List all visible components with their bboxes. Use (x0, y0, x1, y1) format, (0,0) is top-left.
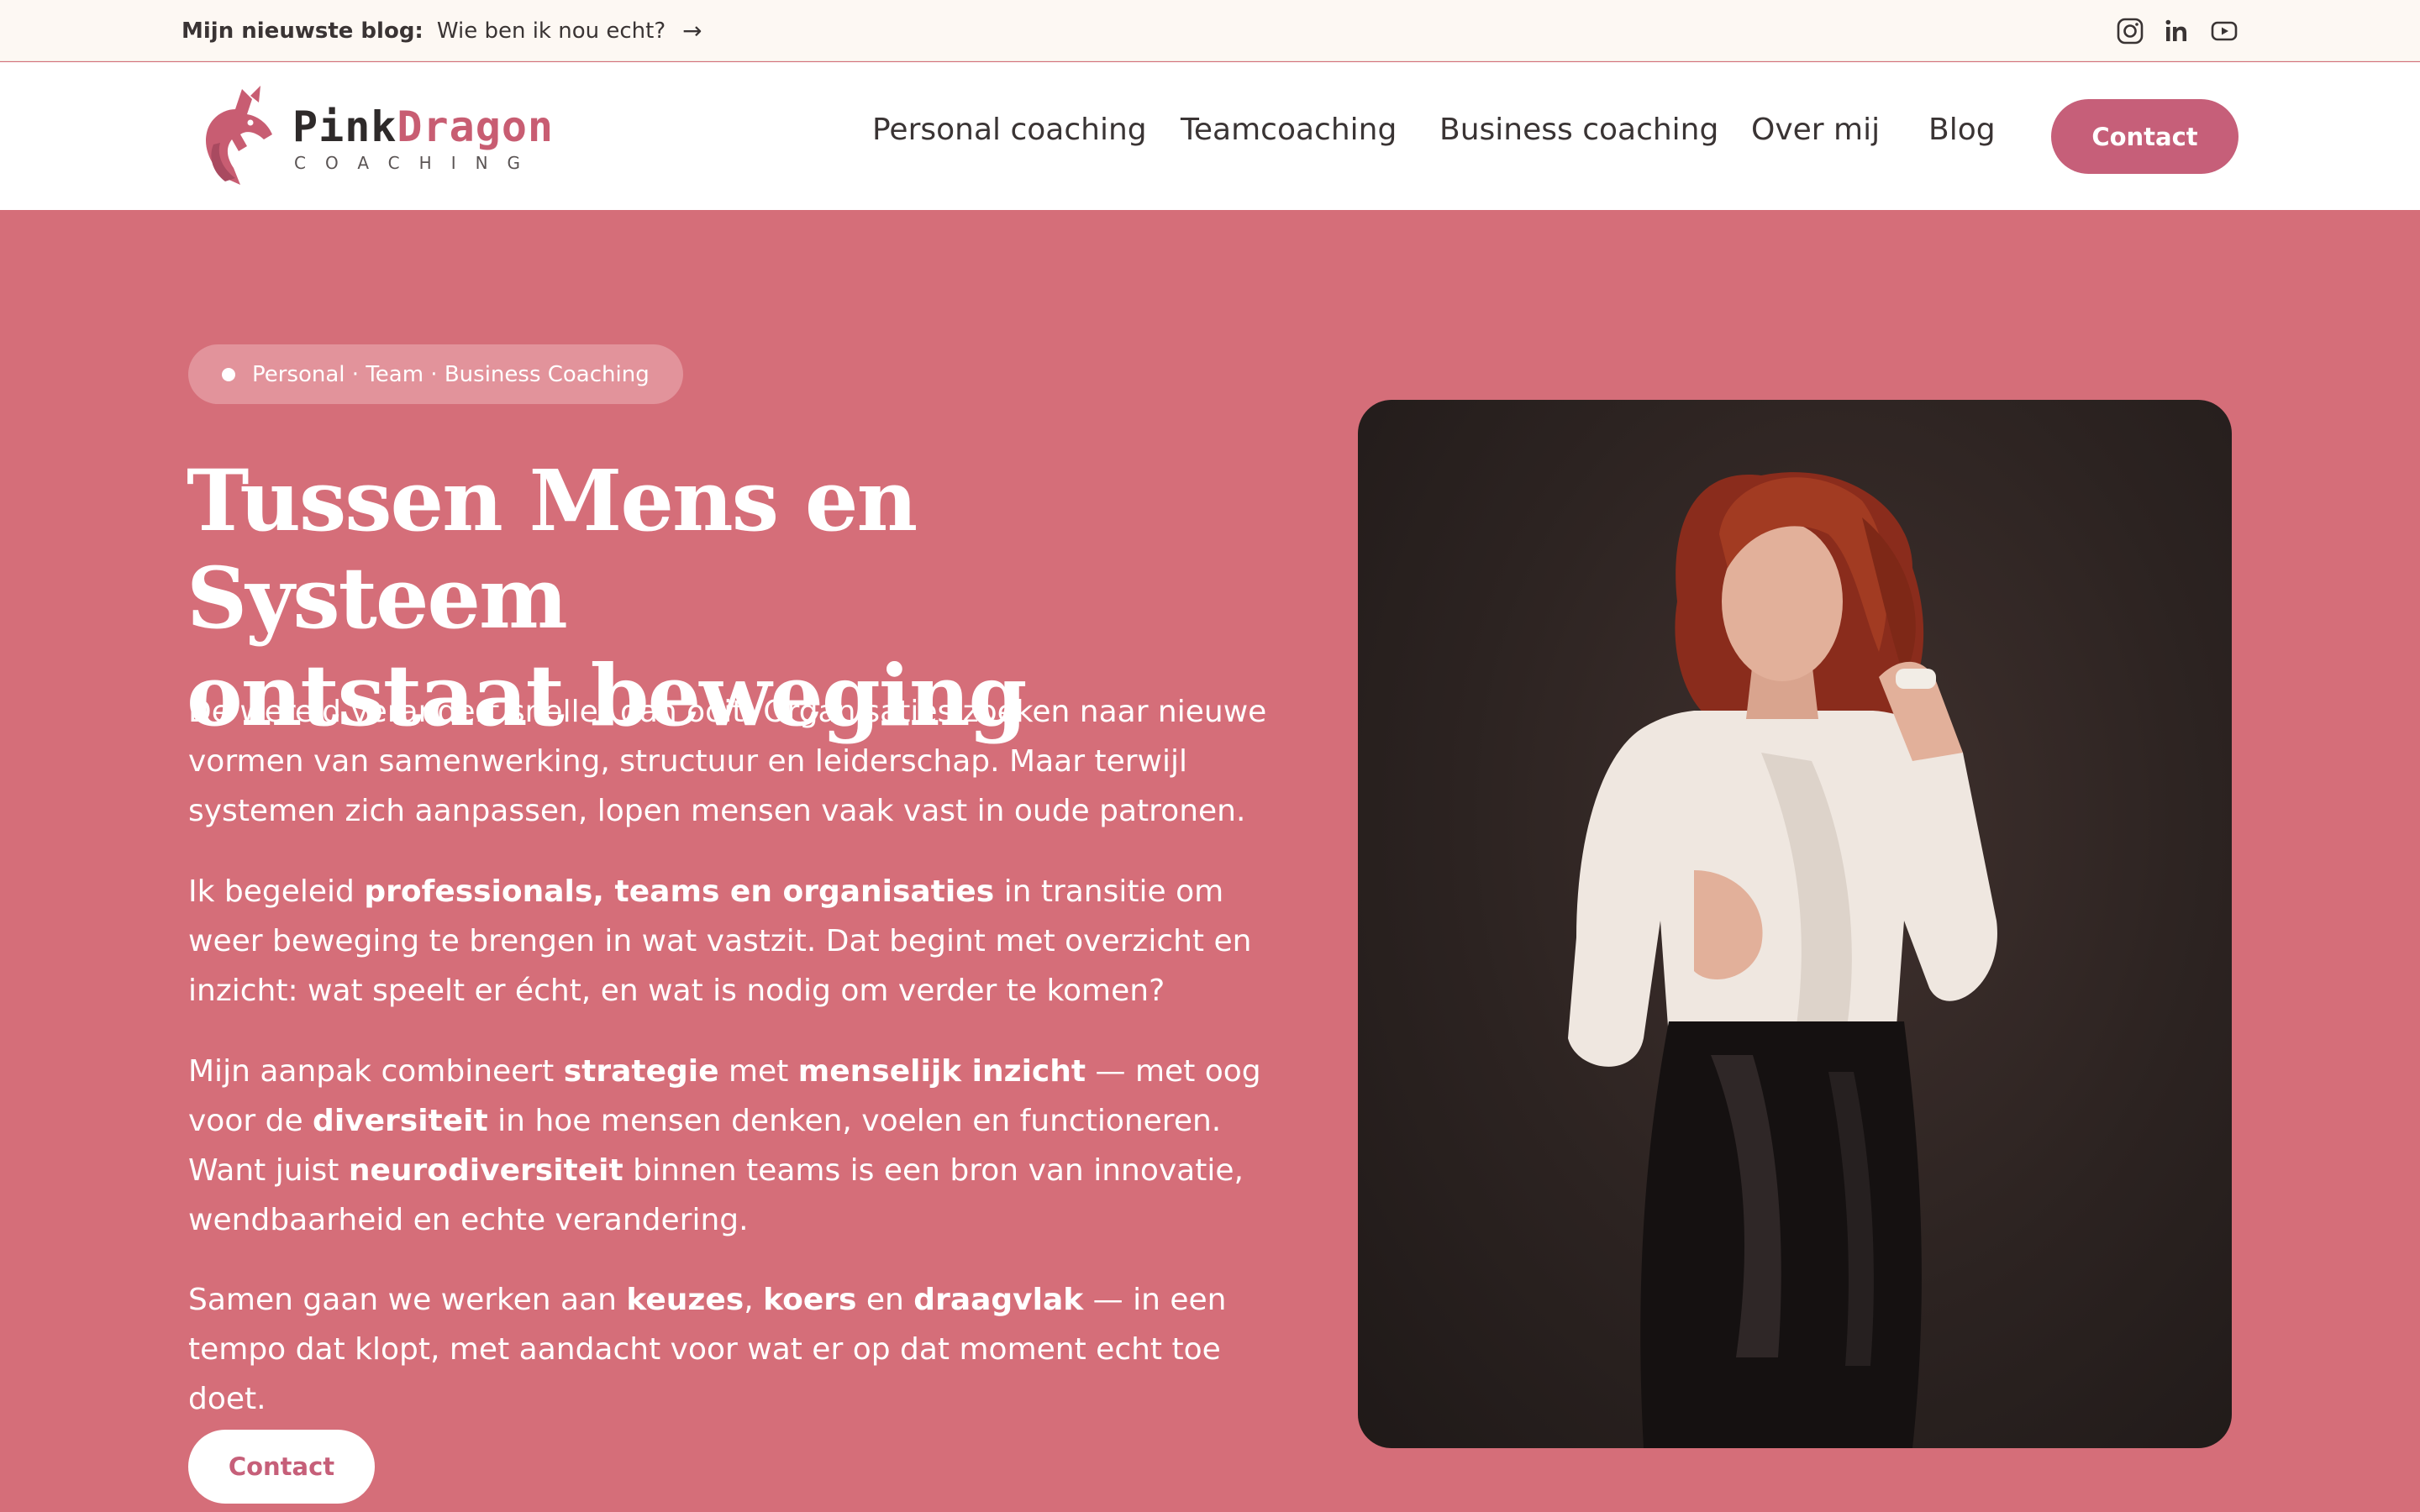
nav-item-over-mij[interactable]: Over mij (1751, 113, 1880, 147)
portrait-illustration (1568, 472, 1997, 1448)
youtube-icon[interactable] (2210, 17, 2238, 45)
instagram-icon[interactable] (2116, 17, 2144, 45)
nav-item-teamcoaching[interactable]: Teamcoaching (1181, 113, 1397, 147)
arrow-right-icon: → (682, 17, 702, 45)
latest-blog-label: Mijn nieuwste blog: (182, 18, 424, 44)
linkedin-icon[interactable] (2163, 17, 2191, 45)
services-badge: Personal · Team · Business Coaching (188, 344, 683, 404)
intro-paragraph-2: Ik begeleid professionals, teams en orga… (188, 874, 1252, 1008)
dot-icon (222, 368, 235, 381)
announcement-bar: Mijn nieuwste blog: Wie ben ik nou echt?… (0, 0, 2420, 61)
nav-item-personal-coaching[interactable]: Personal coaching (872, 113, 1147, 147)
intro-paragraph-4: Samen gaan we werken aan keuzes, koers e… (188, 1283, 1227, 1416)
nav-item-business-coaching[interactable]: Business coaching (1439, 113, 1718, 147)
social-links (2116, 0, 2238, 61)
intro-paragraph-1: De wereld verandert sneller dan ooit. Or… (188, 695, 1267, 828)
latest-blog-link[interactable]: Mijn nieuwste blog: Wie ben ik nou echt?… (182, 0, 702, 61)
contact-button-nav[interactable]: Contact (2051, 99, 2238, 174)
latest-blog-title[interactable]: Wie ben ik nou echt? (437, 18, 666, 44)
contact-button-hero[interactable]: Contact (188, 1430, 375, 1504)
coach-portrait-photo (1358, 400, 2232, 1448)
nav-item-blog[interactable]: Blog (1928, 113, 1996, 147)
services-badge-label: Personal · Team · Business Coaching (252, 361, 650, 387)
main-nav: Personal coaching Teamcoaching Business … (0, 62, 2420, 210)
hero-title-line1: Tussen Mens en Systeem (187, 451, 918, 648)
intro-paragraph-3: Mijn aanpak combineert strategie met men… (188, 1054, 1261, 1237)
